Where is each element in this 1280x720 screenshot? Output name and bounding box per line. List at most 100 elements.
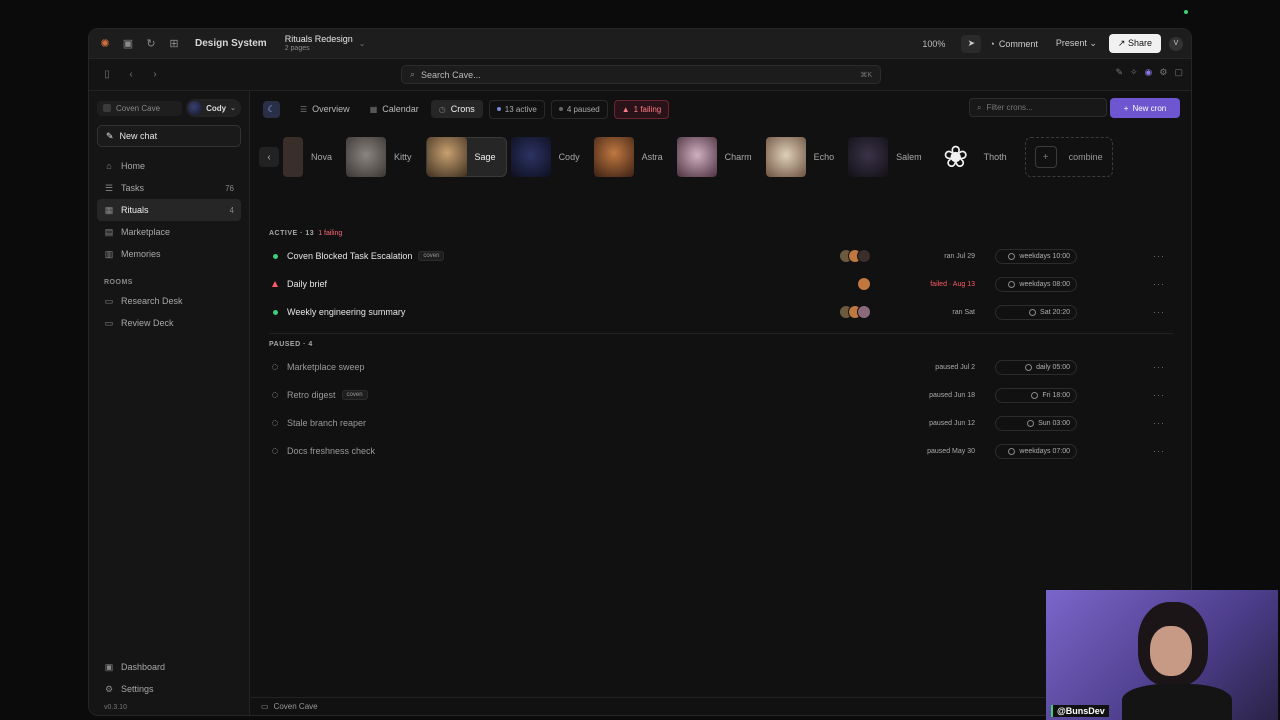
table-row[interactable]: Stale branch reaper paused Jun 12 Sun 03… xyxy=(269,412,1173,434)
sidebar-item-research-desk[interactable]: ▭ Research Desk xyxy=(97,290,241,312)
more-icon[interactable]: ··· xyxy=(1153,307,1165,317)
cursor-tool-icon[interactable]: ➤ xyxy=(961,34,982,53)
status-warning-icon xyxy=(269,281,281,287)
sidebar-item-review-deck[interactable]: ▭ Review Deck xyxy=(97,312,241,334)
table-row[interactable]: Weekly engineering summary ran Sat Sat 2… xyxy=(269,301,1173,323)
schedule-badge: Sun 03:00 xyxy=(995,415,1077,431)
active-section-heading: ACTIVE · 13 1 failing xyxy=(269,230,343,237)
last-run: paused Jun 12 xyxy=(929,419,975,427)
search-input[interactable]: ⌕ Search Cave... ⌘K xyxy=(401,65,881,84)
active-filter-pill[interactable]: 13 active xyxy=(488,99,545,119)
chevron-down-icon[interactable]: ⌄ xyxy=(359,39,366,48)
tab-overview[interactable]: ☰ Overview xyxy=(292,100,358,118)
magic-icon[interactable]: ✧ xyxy=(1130,67,1138,78)
table-row[interactable]: Docs freshness check paused May 30 weekd… xyxy=(269,440,1173,462)
more-icon[interactable]: ··· xyxy=(1153,418,1165,428)
table-row[interactable]: Marketplace sweep paused Jul 2 daily 05:… xyxy=(269,356,1173,378)
combine-agents-button[interactable]: + combine xyxy=(1024,137,1113,177)
last-run: paused May 30 xyxy=(927,447,975,455)
settings-icon[interactable]: ⚙ xyxy=(1159,67,1167,78)
section-divider xyxy=(269,333,1173,334)
sidebar-item-tasks[interactable]: ☰ Tasks 76 xyxy=(97,177,241,199)
user-switcher[interactable]: Cody ⌄ xyxy=(186,99,241,117)
notifications-icon[interactable]: ◉ xyxy=(1145,67,1153,78)
sidebar-item-memories[interactable]: ▥ Memories xyxy=(97,243,241,265)
comment-icon: ◔ xyxy=(989,38,995,49)
agent-astra[interactable]: Astra xyxy=(593,137,673,177)
refresh-icon[interactable]: ↻ xyxy=(144,37,158,51)
edit-icon[interactable]: ✎ xyxy=(1115,67,1123,78)
new-cron-button[interactable]: + New cron xyxy=(1110,98,1180,118)
tab-calendar[interactable]: ▦ Calendar xyxy=(362,100,427,118)
agent-charm[interactable]: Charm xyxy=(676,137,762,177)
more-icon[interactable]: ··· xyxy=(1153,446,1165,456)
moon-icon[interactable]: ☾ xyxy=(263,100,280,118)
table-row[interactable]: Coven Blocked Task Escalation coven ran … xyxy=(269,245,1173,267)
share-button[interactable]: ↗ Share xyxy=(1108,34,1161,53)
tab-crons[interactable]: ◷ Crons xyxy=(430,100,483,118)
clock-icon: ◷ xyxy=(438,104,446,114)
cron-name: Stale branch reaper xyxy=(287,418,367,428)
failing-count: 1 failing xyxy=(318,230,343,237)
more-icon[interactable]: ··· xyxy=(1153,279,1165,289)
new-chat-button[interactable]: ✎ New chat xyxy=(97,125,241,147)
agent-nova[interactable]: Nova xyxy=(283,137,342,177)
rooms-heading: ROOMS xyxy=(104,279,133,286)
sidebar: Coven Cave Cody ⌄ ✎ New chat ⌂ Home ☰ Task… xyxy=(89,91,250,715)
sidebar-item-marketplace[interactable]: ▤ Marketplace xyxy=(97,221,241,243)
failing-filter-pill[interactable]: ▲ 1 failing xyxy=(613,99,670,119)
cron-tag: coven xyxy=(418,251,445,261)
agent-salem[interactable]: Salem xyxy=(848,137,932,177)
paused-filter-pill[interactable]: 4 paused xyxy=(550,99,608,119)
version-label: v0.3.10 xyxy=(104,704,127,711)
sidebar-item-settings[interactable]: ⚙ Settings xyxy=(97,678,241,700)
table-row[interactable]: Retro digest coven paused Jun 18 Fri 18:… xyxy=(269,384,1173,406)
status-paused-icon xyxy=(269,392,281,398)
app-bar: ✺ ▣ ↻ ⊞ Design System Rituals Redesign 2… xyxy=(89,29,1191,59)
clock-icon xyxy=(1008,252,1016,260)
forward-icon[interactable]: › xyxy=(149,69,161,80)
agent-thoth[interactable]: ❀ Thoth xyxy=(936,137,1017,177)
zoom-level[interactable]: 100% xyxy=(922,39,945,49)
sidebar-item-rituals[interactable]: ▦ Rituals 4 xyxy=(97,199,241,221)
clock-icon xyxy=(1008,447,1016,455)
agent-kitty[interactable]: Kitty xyxy=(346,137,422,177)
more-icon[interactable]: ··· xyxy=(1153,362,1165,372)
logo-icon[interactable]: ✺ xyxy=(98,37,112,51)
sidebar-toggle-icon[interactable]: ▯ xyxy=(101,69,113,80)
agent-echo[interactable]: Echo xyxy=(765,137,845,177)
table-row[interactable]: Daily brief failed · Aug 13 weekdays 08:… xyxy=(269,273,1173,295)
more-icon[interactable]: ··· xyxy=(1153,390,1165,400)
calendar-icon: ▦ xyxy=(369,104,378,114)
present-button[interactable]: Present ⌄ xyxy=(1056,38,1097,49)
schedule-badge: Fri 18:00 xyxy=(995,387,1077,403)
app-title[interactable]: Design System xyxy=(195,38,267,49)
tasks-count: 76 xyxy=(225,183,234,193)
back-icon[interactable]: ‹ xyxy=(125,69,137,80)
scroll-left-icon[interactable]: ‹ xyxy=(259,147,279,167)
marketplace-icon: ▤ xyxy=(104,226,114,237)
avatar[interactable]: V xyxy=(1169,36,1183,51)
home-icon: ⌂ xyxy=(106,161,112,171)
workspace-switcher[interactable]: Coven Cave xyxy=(97,100,183,116)
agent-cody[interactable]: Cody xyxy=(510,137,590,177)
components-icon[interactable]: ⊞ xyxy=(167,37,181,51)
filter-crons-input[interactable]: ⌕ Filter crons... xyxy=(969,98,1107,117)
panel-icon[interactable]: ▢ xyxy=(1174,67,1183,78)
agent-avatar xyxy=(848,137,889,177)
agent-sage[interactable]: Sage xyxy=(425,137,507,177)
document-title[interactable]: Rituals Redesign 2 pages xyxy=(284,33,353,53)
agent-avatar xyxy=(426,137,467,177)
tasks-icon: ☰ xyxy=(104,182,114,193)
rituals-toolbar: ☾ ☰ Overview ▦ Calendar ◷ Crons 13 active 4… xyxy=(251,91,1191,127)
agent-avatars xyxy=(839,249,871,263)
sidebar-item-dashboard[interactable]: ▣ Dashboard xyxy=(97,656,241,678)
webcam-overlay: @BunsDev xyxy=(1046,590,1278,720)
clock-icon xyxy=(1025,363,1033,371)
more-icon[interactable]: ··· xyxy=(1153,251,1165,261)
comment-button[interactable]: ◔ Comment xyxy=(989,39,1037,49)
footer-workspace[interactable]: Coven Cave xyxy=(274,702,318,711)
frame-icon[interactable]: ▣ xyxy=(121,37,135,51)
doc-title: Rituals Redesign xyxy=(284,33,353,44)
sidebar-item-home[interactable]: ⌂ Home xyxy=(97,155,241,177)
